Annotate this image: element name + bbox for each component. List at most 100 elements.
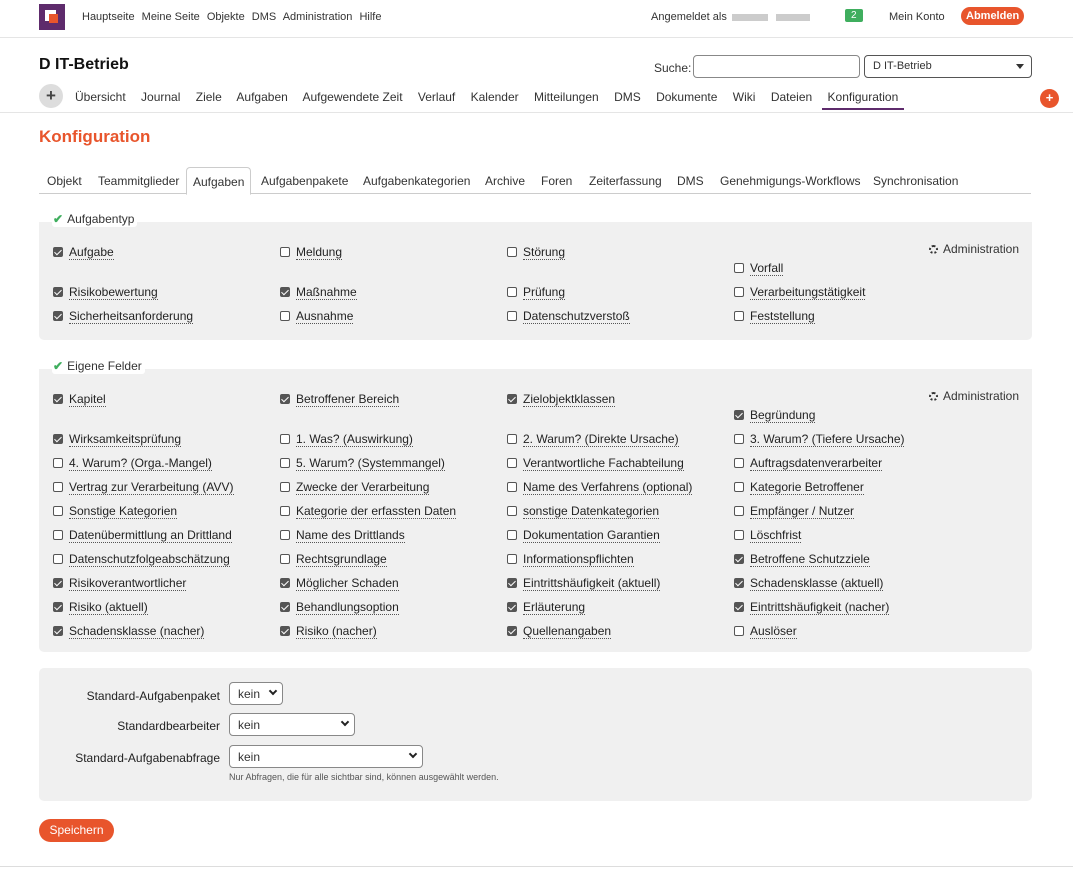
eigene-felder-label[interactable]: Datenübermittlung an Drittland (69, 528, 232, 543)
eigene-felder-checkbox[interactable]: Löschfrist (734, 528, 802, 543)
config-tab-genehmigungs-workflows[interactable]: Genehmigungs-Workflows (720, 174, 861, 188)
eigene-felder-label[interactable]: 4. Warum? (Orga.-Mangel) (69, 456, 212, 471)
eigene-felder-checkbox[interactable]: Erläuterung (507, 600, 586, 615)
aufgabentyp-checkbox[interactable]: Störung (507, 245, 566, 260)
config-tab-dms[interactable]: DMS (677, 174, 704, 188)
eigene-felder-checkbox[interactable]: sonstige Datenkategorien (507, 504, 660, 519)
eigene-felder-label[interactable]: Auslöser (750, 624, 797, 639)
eigene-felder-label[interactable]: Löschfrist (750, 528, 802, 543)
checkbox-unchecked-icon[interactable] (507, 554, 517, 564)
checkbox-unchecked-icon[interactable] (280, 247, 290, 257)
tab-verlauf[interactable]: Verlauf (418, 90, 455, 104)
eigene-felder-label[interactable]: Schadensklasse (aktuell) (750, 576, 884, 591)
eigene-felder-checkbox[interactable]: Auslöser (734, 624, 797, 639)
eigene-felder-checkbox[interactable]: Zwecke der Verarbeitung (280, 480, 430, 495)
top-nav-dms[interactable]: DMS (252, 11, 276, 23)
tab-kalender[interactable]: Kalender (471, 90, 519, 104)
eigene-felder-checkbox[interactable]: Risikoverantwortlicher (53, 576, 187, 591)
eigene-felder-checkbox[interactable]: Betroffene Schutzziele (734, 552, 870, 567)
aufgabentyp-label[interactable]: Datenschutzverstoß (523, 309, 630, 324)
checkbox-checked-icon[interactable] (734, 410, 744, 420)
eigene-felder-label[interactable]: Eintrittshäufigkeit (nacher) (750, 600, 890, 615)
checkbox-checked-icon[interactable] (507, 394, 517, 404)
checkbox-unchecked-icon[interactable] (280, 458, 290, 468)
checkbox-unchecked-icon[interactable] (507, 311, 517, 321)
eigene-felder-label[interactable]: Eintrittshäufigkeit (aktuell) (523, 576, 661, 591)
checkbox-unchecked-icon[interactable] (280, 311, 290, 321)
aufgabentyp-checkbox[interactable]: Prüfung (507, 285, 566, 300)
tab-journal[interactable]: Journal (141, 90, 180, 104)
eigene-felder-checkbox[interactable]: Name des Verfahrens (optional) (507, 480, 693, 495)
aufgabentyp-label[interactable]: Vorfall (750, 261, 784, 276)
eigene-felder-label[interactable]: Zwecke der Verarbeitung (296, 480, 430, 495)
top-nav-administration[interactable]: Administration (283, 11, 353, 23)
checkbox-unchecked-icon[interactable] (734, 263, 744, 273)
checkbox-unchecked-icon[interactable] (507, 458, 517, 468)
aufgabentyp-checkbox[interactable]: Feststellung (734, 309, 815, 324)
checkbox-unchecked-icon[interactable] (734, 311, 744, 321)
eigene-felder-checkbox[interactable]: 2. Warum? (Direkte Ursache) (507, 432, 679, 447)
tab-aufgewendete-zeit[interactable]: Aufgewendete Zeit (302, 90, 402, 104)
config-tab-archive[interactable]: Archive (485, 174, 525, 188)
eigene-felder-checkbox[interactable]: Quellenangaben (507, 624, 612, 639)
checkbox-unchecked-icon[interactable] (280, 434, 290, 444)
eigene-felder-label[interactable]: Risiko (nacher) (296, 624, 377, 639)
aufgabentyp-label[interactable]: Ausnahme (296, 309, 354, 324)
eigene-felder-checkbox[interactable]: Datenübermittlung an Drittland (53, 528, 232, 543)
eigene-felder-label[interactable]: Schadensklasse (nacher) (69, 624, 205, 639)
eigene-felder-label[interactable]: 2. Warum? (Direkte Ursache) (523, 432, 679, 447)
eigene-felder-checkbox[interactable]: Wirksamkeitsprüfung (53, 432, 182, 447)
checkbox-unchecked-icon[interactable] (53, 530, 63, 540)
tab-wiki[interactable]: Wiki (733, 90, 756, 104)
tab-uebersicht[interactable]: Übersicht (75, 90, 126, 104)
checkbox-checked-icon[interactable] (507, 578, 517, 588)
eigene-felder-checkbox[interactable]: Kategorie der erfassten Daten (280, 504, 457, 519)
eigene-felder-label[interactable]: Betroffener Bereich (296, 392, 400, 407)
eigene-felder-label[interactable]: Datenschutzfolgeabschätzung (69, 552, 230, 567)
eigene-felder-checkbox[interactable]: 5. Warum? (Systemmangel) (280, 456, 445, 471)
eigene-felder-label[interactable]: Empfänger / Nutzer (750, 504, 855, 519)
eigene-felder-label[interactable]: Vertrag zur Verarbeitung (AVV) (69, 480, 234, 495)
aufgabentyp-checkbox[interactable]: Aufgabe (53, 245, 114, 260)
eigene-felder-label[interactable]: 1. Was? (Auswirkung) (296, 432, 413, 447)
checkbox-checked-icon[interactable] (734, 554, 744, 564)
tab-dateien[interactable]: Dateien (771, 90, 812, 104)
aufgabentyp-checkbox[interactable]: Vorfall (734, 261, 784, 276)
checkbox-checked-icon[interactable] (280, 602, 290, 612)
aufgabentyp-checkbox[interactable]: Risikobewertung (53, 285, 158, 300)
checkbox-unchecked-icon[interactable] (507, 482, 517, 492)
checkbox-unchecked-icon[interactable] (280, 506, 290, 516)
aufgabentyp-admin-link[interactable]: Administration (929, 242, 1019, 256)
aufgabentyp-checkbox[interactable]: Datenschutzverstoß (507, 309, 630, 324)
checkbox-checked-icon[interactable] (280, 578, 290, 588)
tab-konfiguration[interactable]: Konfiguration (828, 90, 899, 104)
tab-dokumente[interactable]: Dokumente (656, 90, 717, 104)
aufgabentyp-checkbox[interactable]: Ausnahme (280, 309, 354, 324)
checkbox-unchecked-icon[interactable] (734, 287, 744, 297)
aufgabentyp-label[interactable]: Störung (523, 245, 566, 260)
checkbox-unchecked-icon[interactable] (53, 482, 63, 492)
eigene-felder-checkbox[interactable]: Risiko (nacher) (280, 624, 377, 639)
eigene-felder-label[interactable]: Verantwortliche Fachabteilung (523, 456, 684, 471)
checkbox-unchecked-icon[interactable] (734, 506, 744, 516)
eigene-felder-label[interactable]: Möglicher Schaden (296, 576, 399, 591)
aufgabentyp-label[interactable]: Meldung (296, 245, 343, 260)
config-tab-teammitglieder[interactable]: Teammitglieder (98, 174, 179, 188)
eigene-felder-label[interactable]: Kategorie der erfassten Daten (296, 504, 457, 519)
checkbox-checked-icon[interactable] (53, 434, 63, 444)
checkbox-unchecked-icon[interactable] (280, 482, 290, 492)
eigene-felder-checkbox[interactable]: Sonstige Kategorien (53, 504, 178, 519)
eigene-felder-label[interactable]: Sonstige Kategorien (69, 504, 178, 519)
top-nav-objekte[interactable]: Objekte (207, 11, 245, 23)
eigene-felder-checkbox[interactable]: 3. Warum? (Tiefere Ursache) (734, 432, 905, 447)
aufgabentyp-label[interactable]: Sicherheitsanforderung (69, 309, 194, 324)
standard-aufgabenabfrage-select[interactable]: kein (229, 745, 423, 768)
checkbox-unchecked-icon[interactable] (734, 434, 744, 444)
checkbox-unchecked-icon[interactable] (53, 506, 63, 516)
checkbox-checked-icon[interactable] (734, 578, 744, 588)
search-input[interactable] (693, 55, 860, 78)
checkbox-checked-icon[interactable] (280, 287, 290, 297)
project-select[interactable]: D IT-Betrieb (864, 55, 1032, 78)
aufgabentyp-label[interactable]: Prüfung (523, 285, 566, 300)
aufgabentyp-label[interactable]: Maßnahme (296, 285, 357, 300)
